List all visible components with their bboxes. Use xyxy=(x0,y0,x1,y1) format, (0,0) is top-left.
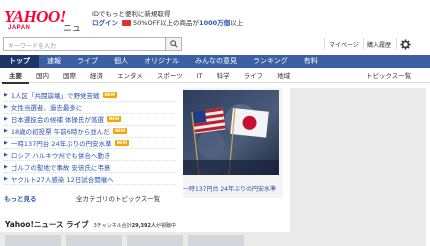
topic-title[interactable]: 一時137円台 24年ぶりの円安水準 xyxy=(11,138,112,148)
live-sub-post: が視聴中 xyxy=(155,223,176,229)
category-tab-sports[interactable]: スポーツ xyxy=(150,70,190,84)
arrow-icon: ▶ xyxy=(4,140,8,146)
topic-title[interactable]: ロシア ハルキウ州でも併合へ動き xyxy=(11,150,111,160)
logo-wordmark: YAHOO! xyxy=(4,7,66,26)
promo-id-line[interactable]: IDでもっと便利に新規取得 xyxy=(92,10,243,19)
live-thumbnail[interactable] xyxy=(66,235,122,246)
topics-footer: もっと見る 全カテゴリのトピックス一覧 xyxy=(4,193,176,203)
login-link[interactable]: ログイン xyxy=(92,19,118,27)
category-tab-local[interactable]: 地域 xyxy=(270,70,297,84)
sidebar-ad-area xyxy=(290,88,426,246)
card-icon xyxy=(122,20,131,26)
more-link[interactable]: もっと見る xyxy=(4,193,37,203)
category-tab-life[interactable]: ライフ xyxy=(237,70,271,84)
all-categories-link[interactable]: 全カテゴリのトピックス一覧 xyxy=(76,193,160,203)
topics-list: ▶ 1人区「共闘崩壊」で野党苦戦 NEW ▶ 女性当選者、過去最多に ▶ 日本選抜会の候… xyxy=(4,90,176,186)
search-input[interactable]: キーワードを入力 xyxy=(3,37,166,51)
promo-offer-pre[interactable]: 50%OFF以上の商品が xyxy=(133,19,199,27)
featured-photo-card[interactable]: 一時137円台 24年ぶりの円安水準 xyxy=(183,90,279,193)
nav-tab-paid[interactable]: 有料 xyxy=(296,55,326,68)
nav-tab-original[interactable]: オリジナル xyxy=(136,55,187,68)
mypage-button[interactable]: マイページ xyxy=(325,38,363,50)
topic-title[interactable]: 女性当選者、過去最多に xyxy=(11,102,83,112)
divider xyxy=(396,38,397,50)
topic-item[interactable]: ▶ 女性当選者、過去最多に xyxy=(4,102,176,114)
yahoo-news-logo[interactable]: YAHOO! JAPAN ニュース xyxy=(4,7,84,48)
new-badge: NEW xyxy=(114,140,130,146)
gear-icon[interactable] xyxy=(400,39,411,50)
photo-caption[interactable]: 一時137円台 24年ぶりの円安水準 xyxy=(183,184,279,193)
nav-tab-ranking[interactable]: ランキング xyxy=(245,55,296,68)
promo-login-line: ログイン 50%OFF以上の商品が1000万個以上 xyxy=(92,19,243,28)
live-sub-pre: 3チャンネル合計 xyxy=(93,223,132,229)
topic-title[interactable]: 1人区「共闘崩壊」で野党苦戦 xyxy=(11,90,100,100)
live-viewer-count: 29,392人 xyxy=(131,223,156,229)
topic-item[interactable]: ▶ 1人区「共闘崩壊」で野党苦戦 NEW xyxy=(4,90,176,102)
topic-item[interactable]: ▶ ヤクルト27人感染 12日試合開催へ xyxy=(4,173,176,186)
live-section-title[interactable]: Yahoo!ニュース ライブ xyxy=(5,219,89,230)
category-tab-science[interactable]: 科学 xyxy=(210,70,237,84)
live-thumbnail[interactable] xyxy=(5,235,61,246)
arrow-icon: ▶ xyxy=(4,128,8,135)
category-nav: 主要 国内 国際 経済 エンタメ スポーツ IT 科学 ライフ 地域 トピックス… xyxy=(0,70,430,84)
category-tab-economy[interactable]: 経済 xyxy=(83,70,110,84)
topic-item[interactable]: ▶ 18歳の初投票 午前6時から並んだ NEW xyxy=(4,126,176,138)
topics-list-link[interactable]: トピックス一覧 xyxy=(366,70,411,82)
topic-title[interactable]: 18歳の初投票 午前6時から並んだ xyxy=(11,126,110,136)
search-button[interactable] xyxy=(166,37,182,51)
featured-photo xyxy=(183,90,279,175)
arrow-icon: ▶ xyxy=(4,92,8,99)
arrow-icon: ▶ xyxy=(4,104,8,111)
topic-item[interactable]: ▶ ゴルフの聖地で事故 安倍氏に弔意 xyxy=(4,161,176,174)
arrow-icon: ▶ xyxy=(4,163,8,170)
arrow-icon: ▶ xyxy=(4,116,8,123)
category-tab-entertainment[interactable]: エンタメ xyxy=(110,70,150,84)
nav-tab-breaking[interactable]: 速報 xyxy=(39,55,69,68)
search-bar: キーワードを入力 マイページ 購入履歴 xyxy=(0,37,430,52)
nav-tab-opinions[interactable]: みんなの意見 xyxy=(187,55,245,68)
topic-title[interactable]: 日本選抜会の候補 体操氏が落選 xyxy=(11,114,104,124)
live-viewer-summary: 3チャンネル合計29,392人が視聴中 xyxy=(94,222,176,229)
main-nav: トップ 速報 ライブ 個人 オリジナル みんなの意見 ランキング 有料 xyxy=(0,55,430,68)
topic-title[interactable]: ヤクルト27人感染 12日試合開催へ xyxy=(11,174,114,184)
category-tab-main[interactable]: 主要 xyxy=(2,70,29,84)
arrow-icon: ▶ xyxy=(4,175,8,182)
category-tab-it[interactable]: IT xyxy=(190,70,210,84)
new-badge: NEW xyxy=(112,128,128,135)
topic-item[interactable]: ▶ 日本選抜会の候補 体操氏が落選 NEW xyxy=(4,114,176,126)
nav-tab-top[interactable]: トップ xyxy=(0,55,39,68)
logo-japan: JAPAN xyxy=(8,25,31,31)
live-thumbnail[interactable] xyxy=(188,235,244,246)
new-badge: NEW xyxy=(102,92,117,99)
purchase-history-button[interactable]: 購入履歴 xyxy=(363,38,395,50)
arrow-icon: ▶ xyxy=(4,151,8,158)
category-tab-international[interactable]: 国際 xyxy=(56,70,83,84)
new-badge: NEW xyxy=(106,116,122,123)
header-promo: IDでもっと便利に新規取得 ログイン 50%OFF以上の商品が1000万個以上 xyxy=(92,10,243,28)
topic-item[interactable]: ▶ ロシア ハルキウ州でも併合へ動き xyxy=(4,149,176,162)
live-thumbnail[interactable] xyxy=(127,235,183,246)
category-tab-domestic[interactable]: 国内 xyxy=(29,70,56,84)
live-section-header: Yahoo!ニュース ライブ 3チャンネル合計29,392人が視聴中 xyxy=(5,219,176,230)
promo-offer-highlight[interactable]: 1000万個 xyxy=(199,19,230,27)
nav-tab-individual[interactable]: 個人 xyxy=(106,55,136,68)
topic-title[interactable]: ゴルフの聖地で事故 安倍氏に弔意 xyxy=(11,162,111,172)
search-icon xyxy=(169,40,178,48)
topic-item[interactable]: ▶ 一時137円台 24年ぶりの円安水準 NEW xyxy=(4,138,176,150)
nav-tab-live[interactable]: ライブ xyxy=(69,55,106,68)
promo-offer-post[interactable]: 以上 xyxy=(230,19,243,27)
